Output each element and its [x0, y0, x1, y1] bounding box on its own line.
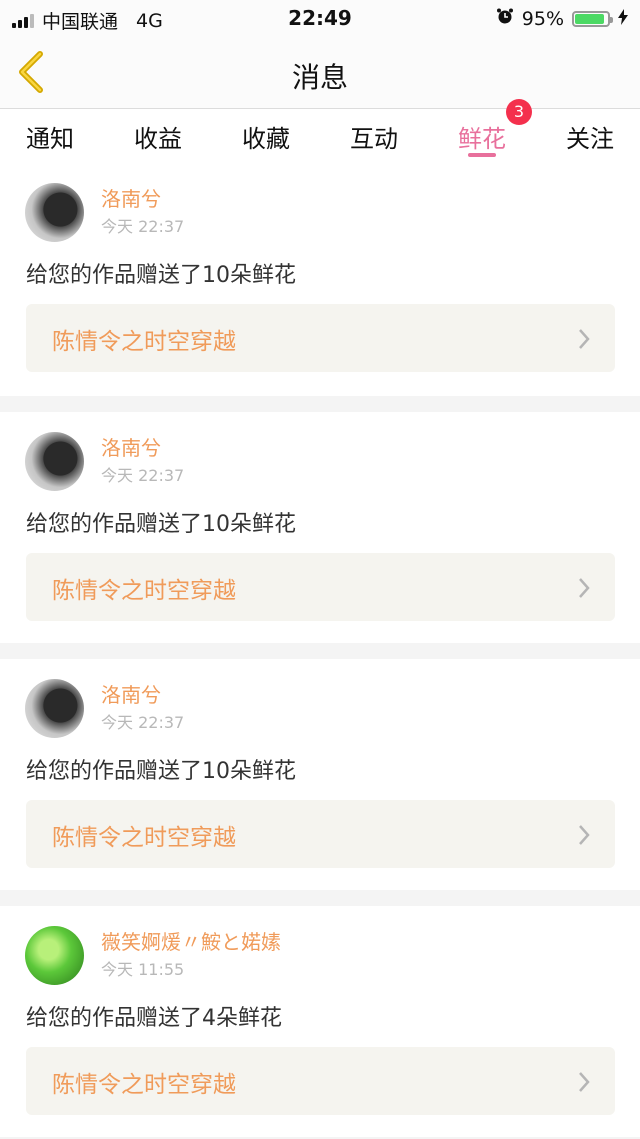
tab-label: 通知: [26, 125, 74, 153]
tab-income[interactable]: 收益: [134, 109, 182, 163]
tab-notice[interactable]: 通知: [26, 109, 74, 163]
unread-badge: 3: [506, 99, 532, 125]
alarm-icon: [496, 7, 514, 30]
chevron-right-icon: [577, 576, 591, 600]
tab-label: 收藏: [242, 125, 290, 153]
message-text: 给您的作品赠送了10朵鲜花: [26, 263, 296, 288]
message-time: 今天 11:55: [101, 960, 185, 979]
sender-name[interactable]: 洛南兮: [101, 679, 161, 708]
message-time: 今天 22:37: [101, 713, 185, 732]
message-text: 给您的作品赠送了4朵鲜花: [26, 1006, 282, 1031]
message-card: 洛南兮 今天 22:37 给您的作品赠送了10朵鲜花 陈情令之时空穿越: [0, 659, 640, 890]
tab-following[interactable]: 关注: [566, 109, 614, 163]
chevron-right-icon: [577, 1070, 591, 1094]
work-title: 陈情令之时空穿越: [52, 1072, 236, 1098]
charging-icon: [618, 8, 628, 30]
page-title: 消息: [291, 61, 348, 94]
work-link[interactable]: 陈情令之时空穿越: [26, 1047, 615, 1115]
tab-favorites[interactable]: 收藏: [242, 109, 290, 163]
work-title: 陈情令之时空穿越: [52, 578, 236, 604]
active-tab-indicator: [468, 153, 496, 157]
avatar[interactable]: [25, 926, 84, 985]
tab-label: 鲜花: [458, 125, 506, 153]
message-text: 给您的作品赠送了10朵鲜花: [26, 512, 296, 537]
message-card: 嶶笑婀煖〃鮟と婼嫊 今天 11:55 给您的作品赠送了4朵鲜花 陈情令之时空穿越: [0, 906, 640, 1137]
nav-bar: 消息: [0, 36, 640, 109]
work-title: 陈情令之时空穿越: [52, 329, 236, 355]
tab-label: 互动: [350, 125, 398, 153]
work-link[interactable]: 陈情令之时空穿越: [26, 553, 615, 621]
sender-name[interactable]: 嶶笑婀煖〃鮟と婼嫊: [101, 926, 281, 955]
battery-percent: 95%: [521, 7, 564, 30]
tab-bar: 通知 收益 收藏 互动 鲜花 3 关注: [0, 99, 640, 163]
tab-interaction[interactable]: 互动: [350, 109, 398, 163]
work-title: 陈情令之时空穿越: [52, 825, 236, 851]
sender-name[interactable]: 洛南兮: [101, 183, 161, 212]
tab-flowers[interactable]: 鲜花 3: [458, 99, 532, 163]
avatar[interactable]: [25, 432, 84, 491]
tab-label: 收益: [134, 125, 182, 153]
message-time: 今天 22:37: [101, 217, 185, 236]
battery-icon: [572, 10, 613, 27]
avatar[interactable]: [25, 183, 84, 242]
chevron-right-icon: [577, 327, 591, 351]
message-card: 洛南兮 今天 22:37 给您的作品赠送了10朵鲜花 陈情令之时空穿越: [0, 412, 640, 643]
status-right: 95%: [496, 7, 628, 30]
avatar[interactable]: [25, 679, 84, 738]
status-bar: 中国联通 4G 22:49 95%: [0, 0, 640, 36]
tab-label: 关注: [566, 125, 614, 153]
message-time: 今天 22:37: [101, 466, 185, 485]
message-card: 洛南兮 今天 22:37 给您的作品赠送了10朵鲜花 陈情令之时空穿越: [0, 163, 640, 396]
sender-name[interactable]: 洛南兮: [101, 432, 161, 461]
message-text: 给您的作品赠送了10朵鲜花: [26, 759, 296, 784]
chevron-right-icon: [577, 823, 591, 847]
work-link[interactable]: 陈情令之时空穿越: [26, 304, 615, 372]
work-link[interactable]: 陈情令之时空穿越: [26, 800, 615, 868]
